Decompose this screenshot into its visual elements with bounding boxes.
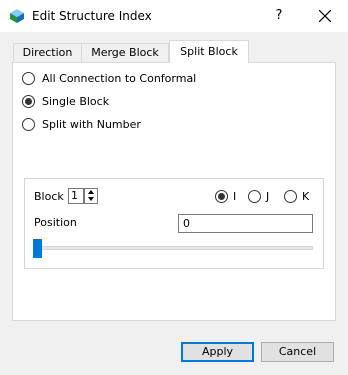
tab-direction[interactable]: Direction	[13, 43, 82, 62]
radio-label: Single Block	[42, 95, 110, 108]
position-slider-thumb[interactable]	[33, 239, 42, 258]
spin-up-button[interactable]	[85, 189, 97, 196]
close-icon	[319, 10, 331, 22]
radio-label: J	[266, 190, 270, 203]
radio-button[interactable]	[22, 72, 35, 85]
close-button[interactable]	[305, 0, 345, 32]
app-cube-icon	[10, 9, 24, 23]
position-slider-track[interactable]	[37, 246, 313, 250]
arrow-down-icon	[88, 197, 94, 201]
arrow-up-icon	[88, 190, 94, 194]
radio-label: K	[302, 190, 310, 203]
radio-button[interactable]	[22, 95, 35, 108]
tab-merge-block[interactable]: Merge Block	[81, 43, 169, 62]
radio-label: I	[233, 190, 237, 203]
radio-button[interactable]	[215, 190, 228, 203]
radio-label: All Connection to Conformal	[42, 72, 197, 85]
title-bar: Edit Structure Index ?	[0, 0, 348, 32]
radio-label: Split with Number	[42, 118, 141, 131]
radio-button[interactable]	[284, 190, 297, 203]
spin-down-button[interactable]	[85, 196, 97, 203]
position-label: Position	[34, 216, 77, 229]
radio-button[interactable]	[22, 118, 35, 131]
block-spin-buttons	[84, 188, 98, 204]
radio-button[interactable]	[248, 190, 261, 203]
block-label: Block	[34, 190, 64, 203]
apply-button[interactable]: Apply	[181, 342, 254, 362]
block-spinbox[interactable]: 1	[68, 188, 84, 204]
window-title: Edit Structure Index	[32, 9, 152, 23]
cancel-button[interactable]: Cancel	[261, 342, 334, 362]
position-input[interactable]: 0	[178, 214, 313, 233]
help-button[interactable]: ?	[262, 0, 296, 32]
tab-split-block[interactable]: Split Block	[169, 40, 249, 63]
